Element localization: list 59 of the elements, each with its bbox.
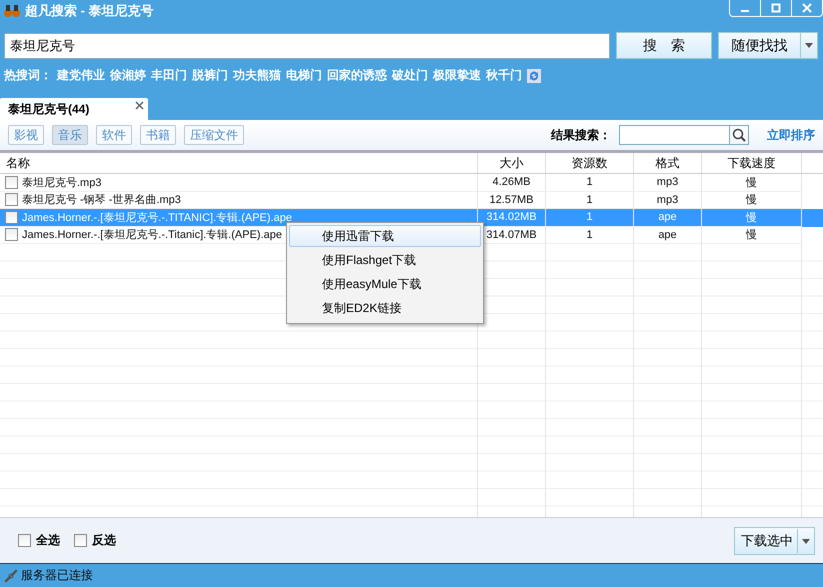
checkbox-option[interactable]: 全选: [18, 532, 60, 549]
hot-words-label: 热搜词：: [4, 67, 52, 84]
menu-item[interactable]: 复制ED2K链接: [289, 297, 481, 319]
search-field[interactable]: 泰坦尼克号: [4, 32, 610, 58]
result-tab[interactable]: 泰坦尼克号(44): [0, 98, 148, 120]
search-button[interactable]: 搜 索: [616, 32, 712, 59]
menu-item[interactable]: 使用迅雷下载: [289, 225, 481, 247]
search-icon[interactable]: [729, 126, 748, 144]
window-title: 超凡搜索 - 泰坦尼克号: [25, 2, 155, 20]
table-cell-text: 慢: [746, 193, 757, 208]
maximize-icon: [771, 3, 781, 13]
category-filter[interactable]: 影视: [8, 125, 44, 145]
table-cell: 1: [586, 194, 593, 206]
column-header[interactable]: 格式: [634, 153, 702, 173]
checkbox[interactable]: [5, 193, 18, 206]
refresh-icon[interactable]: [527, 68, 541, 82]
table-cell: ape: [658, 211, 677, 224]
sort-link[interactable]: 立即排序: [767, 126, 815, 144]
checkbox-option[interactable]: 反选: [74, 532, 116, 549]
column-header[interactable]: 大小: [478, 153, 546, 173]
minimize-icon: [741, 10, 749, 12]
close-icon[interactable]: [135, 101, 144, 110]
link-icon: [4, 568, 18, 582]
column-header[interactable]: 名称: [0, 153, 478, 173]
close-icon: [802, 3, 812, 13]
table-cell: 1: [586, 228, 593, 241]
table-cell: 314.02MB: [486, 211, 537, 224]
table-cell-text: 慢: [746, 228, 757, 242]
table-cell: ape: [658, 228, 677, 241]
result-search-field[interactable]: [619, 125, 749, 145]
checkbox[interactable]: [5, 210, 18, 224]
column-header[interactable]: 下载速度: [702, 153, 802, 173]
table-cell-text: 泰坦尼克号 -钢琴 -世界名曲.mp3: [22, 193, 181, 208]
table-cell-text: 慢: [746, 176, 757, 190]
menu-item[interactable]: 使用Flashget下载: [289, 249, 481, 271]
file-row[interactable]: 泰坦尼克号.mp3 4.26MB 1 mp3 慢: [0, 174, 823, 192]
random-search-button[interactable]: 随便找找: [718, 32, 818, 59]
download-selected-button[interactable]: 下载选中: [734, 526, 815, 554]
checkbox[interactable]: [5, 228, 18, 242]
binoculars-icon: [4, 4, 20, 18]
checkbox[interactable]: [5, 176, 18, 189]
category-filter[interactable]: 软件: [96, 125, 132, 145]
table-cell: 314.07MB: [486, 228, 537, 241]
table-cell-text: James.Horner.-.[泰坦尼克号.-.TITANIC].专辑.(APE).ape: [22, 210, 292, 225]
category-filter[interactable]: 压缩文件: [184, 125, 244, 145]
table-cell: 1: [586, 211, 593, 224]
column-header[interactable]: 资源数: [546, 153, 634, 173]
table-cell-text: 泰坦尼克号.mp3: [22, 176, 102, 190]
result-search-label: 结果搜索：: [551, 126, 611, 144]
table-cell: mp3: [656, 176, 678, 188]
table-cell: 12.57MB: [489, 194, 534, 206]
table-cell-text: James.Horner.-.[泰坦尼克号.-.Titanic].专辑.(APE).ape: [22, 228, 282, 242]
table-cell: 4.26MB: [492, 176, 530, 188]
table-cell: 1: [586, 176, 593, 188]
connection-status: 服务器已连接: [21, 567, 93, 584]
category-filter[interactable]: 书籍: [140, 125, 176, 145]
menu-item[interactable]: 使用easyMule下载: [289, 273, 481, 295]
table-cell-text: 慢: [746, 210, 757, 225]
table-cell: mp3: [656, 194, 678, 206]
